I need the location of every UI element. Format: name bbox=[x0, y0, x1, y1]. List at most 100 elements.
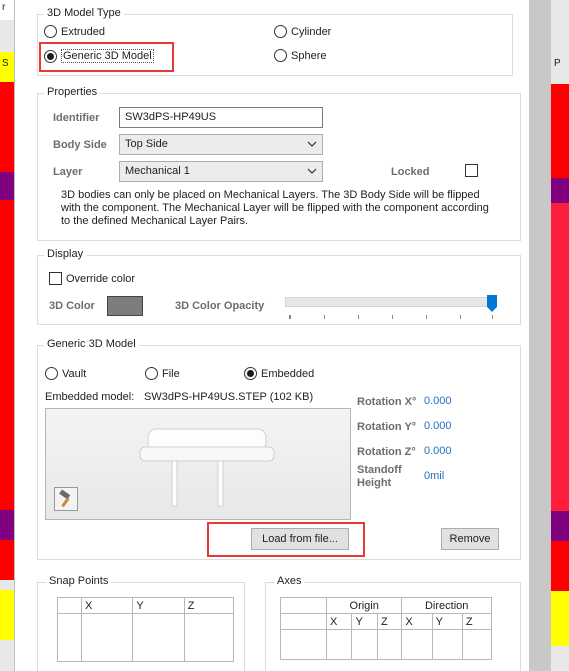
table-cell bbox=[57, 613, 82, 662]
radio-embedded-label: Embedded bbox=[261, 367, 315, 380]
radio-cylinder[interactable]: Cylinder bbox=[274, 25, 331, 38]
identifier-input[interactable]: SW3dPS-HP49US bbox=[119, 107, 323, 128]
radio-file[interactable]: File bbox=[145, 367, 180, 380]
crystal-model-image bbox=[139, 428, 275, 507]
embedded-model-value: SW3dPS-HP49US.STEP (102 KB) bbox=[144, 391, 314, 403]
body-side-label: Body Side bbox=[53, 139, 107, 151]
column-header: X bbox=[401, 613, 433, 630]
bg-stripe bbox=[551, 84, 569, 179]
column-header bbox=[280, 613, 327, 630]
column-header: Origin bbox=[325, 597, 403, 614]
properties-dialog: 3D Model Type Extruded Cylinder Generic … bbox=[14, 0, 529, 671]
identifier-label: Identifier bbox=[53, 112, 100, 124]
table-cell bbox=[431, 629, 463, 660]
rotation-z-label: Rotation Z° bbox=[357, 446, 416, 458]
table-cell bbox=[401, 629, 433, 660]
standoff-value[interactable]: 0mil bbox=[424, 470, 444, 482]
bg-stripe bbox=[551, 541, 569, 591]
standoff-label: Standoff bbox=[357, 464, 402, 476]
body-side-select[interactable]: Top Side bbox=[119, 134, 323, 155]
column-header: Y bbox=[132, 597, 185, 614]
remove-button[interactable]: Remove bbox=[441, 528, 499, 550]
table-header-row: X Y Z bbox=[57, 597, 235, 614]
table-cell bbox=[183, 613, 235, 662]
table-header-row: Origin Direction bbox=[280, 597, 492, 614]
column-header bbox=[280, 597, 327, 614]
column-header: Y bbox=[351, 613, 378, 630]
radio-cylinder-label: Cylinder bbox=[291, 25, 332, 38]
axes-table[interactable]: Origin Direction X Y Z X Y Z bbox=[280, 597, 493, 660]
bg-text: P bbox=[554, 58, 561, 69]
radio-sphere[interactable]: Sphere bbox=[274, 49, 326, 62]
column-header: Y bbox=[431, 613, 463, 630]
radio-vault-dot bbox=[45, 367, 58, 380]
column-header: X bbox=[80, 597, 134, 614]
column-header: Direction bbox=[401, 597, 492, 614]
locked-label: Locked bbox=[391, 166, 430, 178]
table-cell bbox=[351, 629, 378, 660]
bg-stripe bbox=[0, 590, 14, 640]
opacity-slider-thumb[interactable] bbox=[487, 295, 497, 312]
radio-generic-3d-model[interactable]: Generic 3D Model bbox=[44, 49, 154, 63]
rotation-x-label: Rotation X° bbox=[357, 396, 417, 408]
table-header-row: X Y Z X Y Z bbox=[280, 613, 493, 630]
body-side-value: Top Side bbox=[125, 138, 168, 150]
layer-select[interactable]: Mechanical 1 bbox=[119, 161, 323, 182]
bg-stripe bbox=[0, 200, 14, 510]
radio-generic-3d-model-label: Generic 3D Model bbox=[61, 49, 154, 63]
snap-points-title: Snap Points bbox=[46, 575, 112, 587]
background-right-strip: P bbox=[551, 0, 569, 671]
layer-label: Layer bbox=[53, 166, 83, 178]
model-type-group: 3D Model Type bbox=[37, 7, 513, 76]
radio-file-label: File bbox=[162, 367, 180, 380]
bg-stripe bbox=[551, 511, 569, 541]
3d-color-label: 3D Color bbox=[49, 300, 95, 312]
bg-text: S bbox=[2, 58, 9, 69]
radio-embedded[interactable]: Embedded bbox=[244, 367, 314, 380]
model-type-title: 3D Model Type bbox=[44, 7, 124, 19]
rotation-x-value[interactable]: 0.000 bbox=[424, 395, 452, 407]
radio-extruded[interactable]: Extruded bbox=[44, 25, 105, 38]
embedded-model-label: Embedded model: bbox=[45, 391, 135, 403]
opacity-slider[interactable] bbox=[285, 295, 497, 321]
table-cell bbox=[80, 613, 134, 662]
bg-stripe bbox=[551, 203, 569, 511]
bg-stripe bbox=[0, 82, 14, 172]
3d-color-swatch[interactable] bbox=[107, 296, 143, 316]
hammer-icon[interactable] bbox=[54, 487, 78, 511]
bg-stripe bbox=[0, 510, 14, 540]
radio-extruded-dot bbox=[44, 25, 57, 38]
rotation-y-label: Rotation Y° bbox=[357, 421, 417, 433]
override-color-box bbox=[49, 272, 62, 285]
table-row bbox=[280, 629, 493, 660]
radio-cylinder-dot bbox=[274, 25, 287, 38]
column-header: X bbox=[325, 613, 353, 630]
column-header: Z bbox=[376, 613, 403, 630]
generic-model-title: Generic 3D Model bbox=[44, 338, 139, 350]
bg-stripe bbox=[0, 540, 14, 580]
display-title: Display bbox=[44, 248, 87, 260]
radio-sphere-label: Sphere bbox=[291, 49, 327, 62]
radio-file-dot bbox=[145, 367, 158, 380]
locked-checkbox[interactable] bbox=[465, 164, 478, 177]
chevron-down-icon bbox=[307, 141, 317, 147]
radio-vault[interactable]: Vault bbox=[45, 367, 86, 380]
load-from-file-button[interactable]: Load from file... bbox=[251, 528, 349, 550]
radio-vault-label: Vault bbox=[62, 367, 87, 380]
layer-value: Mechanical 1 bbox=[125, 165, 190, 177]
rotation-y-value[interactable]: 0.000 bbox=[424, 420, 452, 432]
radio-embedded-dot bbox=[244, 367, 257, 380]
column-header bbox=[57, 597, 82, 614]
rotation-z-value[interactable]: 0.000 bbox=[424, 445, 452, 457]
override-color-checkbox[interactable]: Override color bbox=[49, 272, 135, 285]
snap-points-table[interactable]: X Y Z bbox=[57, 597, 235, 662]
axes-title: Axes bbox=[274, 575, 305, 587]
bg-text: r bbox=[2, 2, 6, 13]
radio-extruded-label: Extruded bbox=[61, 25, 106, 38]
properties-title: Properties bbox=[44, 86, 101, 98]
bg-stripe bbox=[0, 172, 14, 200]
hammer-icon-svg bbox=[59, 489, 71, 508]
bg-stripe bbox=[551, 178, 569, 203]
standoff-height-label: Height bbox=[357, 477, 392, 489]
table-cell bbox=[280, 629, 327, 660]
